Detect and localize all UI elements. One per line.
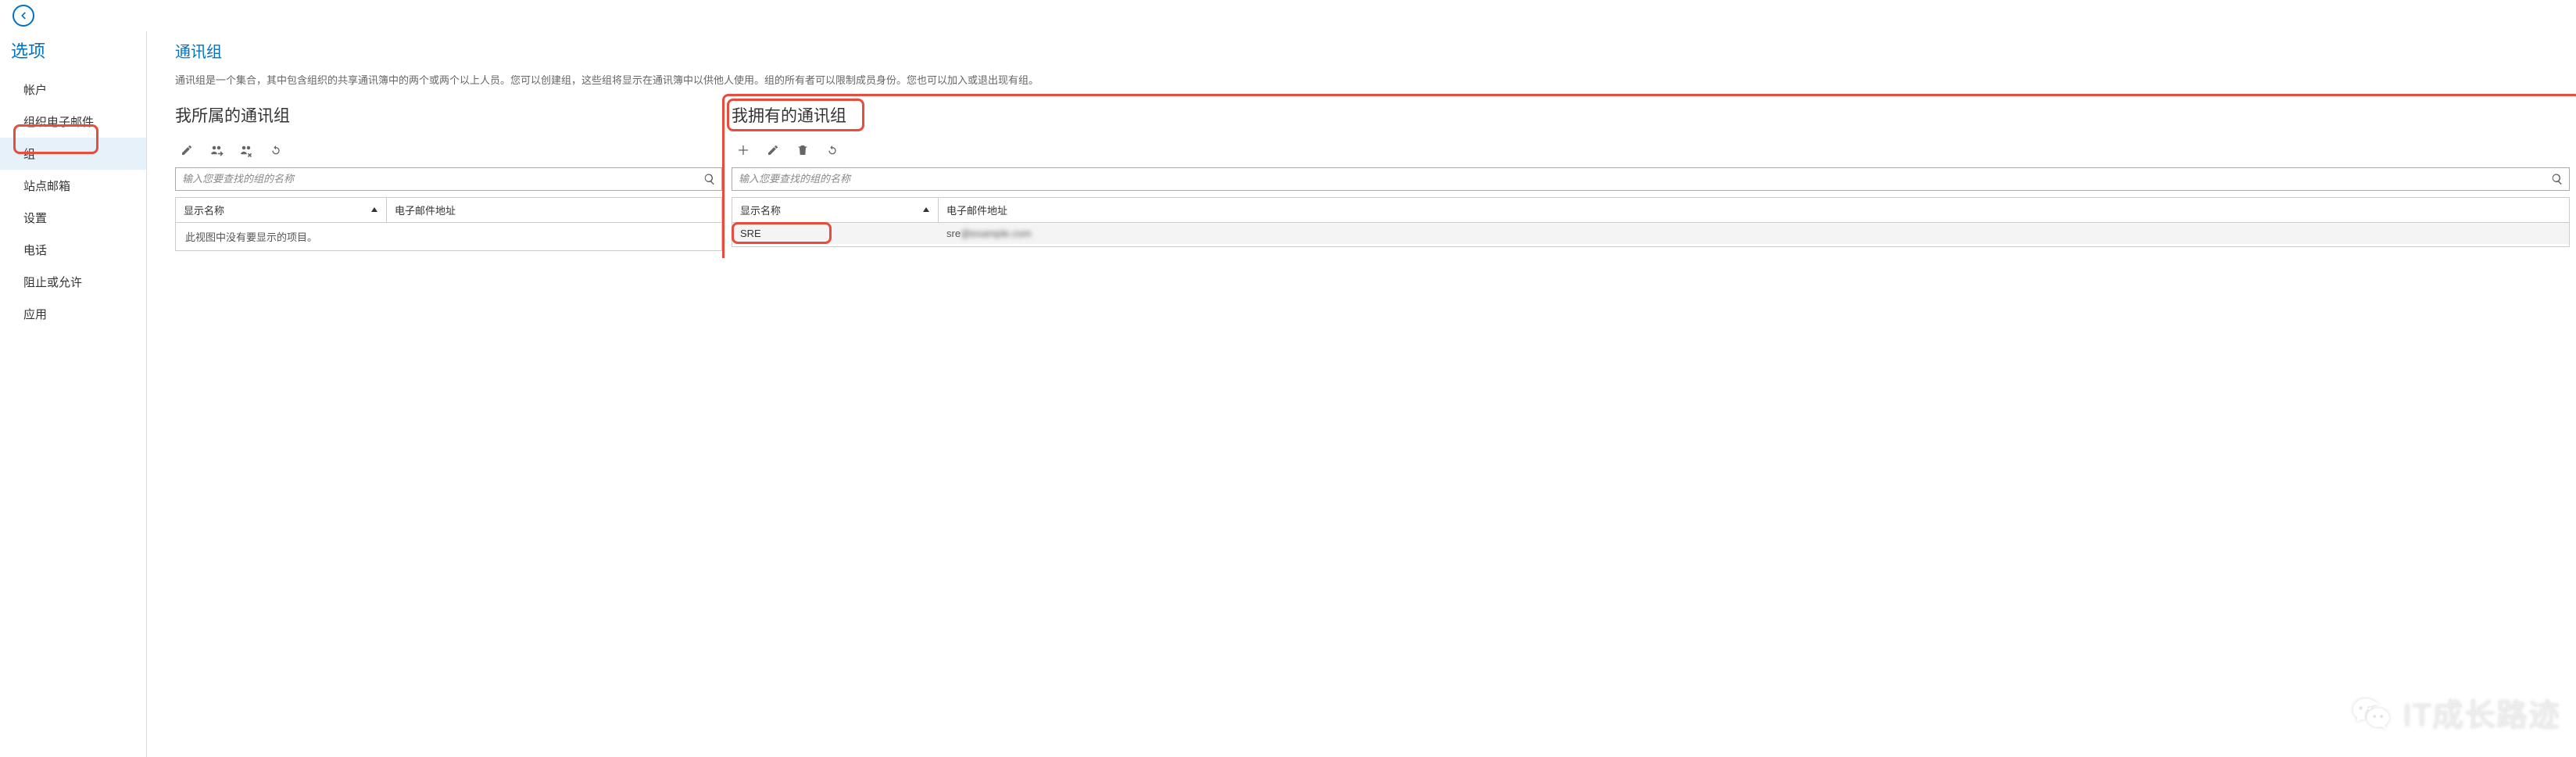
sidebar-item[interactable]: 电话	[0, 234, 146, 266]
grid-member-groups: 显示名称 电子邮件地址 此视图中没有要显示的项目。	[175, 197, 722, 251]
col-email-label: 电子邮件地址	[946, 203, 1007, 217]
sidebar-item[interactable]: 应用	[0, 298, 146, 330]
edit-icon[interactable]	[766, 143, 780, 157]
leave-group-icon[interactable]	[239, 143, 253, 157]
search-input-owned[interactable]	[732, 168, 2546, 190]
cell-email: sre@example.com	[939, 223, 2569, 244]
sort-asc-icon	[922, 204, 930, 216]
sort-asc-icon	[370, 204, 378, 216]
content-area: 通讯组 通讯组是一个集合，其中包含组织的共享通讯簿中的两个或两个以上人员。您可以…	[147, 31, 2576, 757]
sidebar-item[interactable]: 站点邮箱	[0, 170, 146, 202]
watermark-text: IT成长路迹	[2402, 690, 2560, 735]
search-owned-groups	[732, 167, 2570, 191]
panel-member-title: 我所属的通讯组	[175, 103, 290, 127]
col-header-email[interactable]: 电子邮件地址	[939, 198, 2569, 222]
page-title: 通讯组	[175, 39, 2576, 62]
sidebar-item[interactable]: 设置	[0, 202, 146, 234]
edit-icon[interactable]	[180, 143, 194, 157]
add-icon[interactable]	[736, 143, 750, 157]
col-name-label: 显示名称	[184, 203, 224, 217]
watermark: IT成长路迹	[2351, 690, 2560, 735]
sidebar-title: 选项	[0, 36, 146, 74]
cell-name: SRE	[732, 223, 939, 244]
col-name-label: 显示名称	[740, 203, 781, 217]
empty-message: 此视图中没有要显示的项目。	[176, 223, 721, 250]
sidebar-item[interactable]: 帐户	[0, 74, 146, 106]
refresh-icon[interactable]	[825, 143, 839, 157]
search-icon[interactable]	[698, 173, 721, 185]
search-member-groups	[175, 167, 722, 191]
delete-icon[interactable]	[796, 143, 810, 157]
join-group-icon[interactable]	[209, 143, 224, 157]
col-email-label: 电子邮件地址	[395, 203, 456, 217]
col-header-name[interactable]: 显示名称	[176, 198, 387, 222]
sidebar: 选项 帐户组织电子邮件组站点邮箱设置电话阻止或允许应用	[0, 31, 147, 757]
panel-owned-title: 我拥有的通讯组	[732, 103, 846, 127]
col-header-email[interactable]: 电子邮件地址	[387, 198, 721, 222]
col-header-name[interactable]: 显示名称	[732, 198, 939, 222]
page-description: 通讯组是一个集合，其中包含组织的共享通讯簿中的两个或两个以上人员。您可以创建组，…	[175, 73, 2576, 89]
back-button[interactable]	[13, 5, 34, 27]
sidebar-item[interactable]: 组织电子邮件	[0, 106, 146, 138]
panel-owned-groups: 我拥有的通讯组 显示名称	[732, 103, 2576, 251]
refresh-icon[interactable]	[269, 143, 283, 157]
grid-owned-groups: 显示名称 电子邮件地址 SREsre@example.com	[732, 197, 2570, 247]
table-row[interactable]: SREsre@example.com	[732, 223, 2569, 244]
search-icon[interactable]	[2546, 173, 2569, 185]
sidebar-item[interactable]: 组	[0, 138, 146, 170]
panel-member-groups: 我所属的通讯组 显示名称	[175, 103, 722, 251]
search-input-member[interactable]	[176, 168, 698, 190]
sidebar-item[interactable]: 阻止或允许	[0, 266, 146, 298]
